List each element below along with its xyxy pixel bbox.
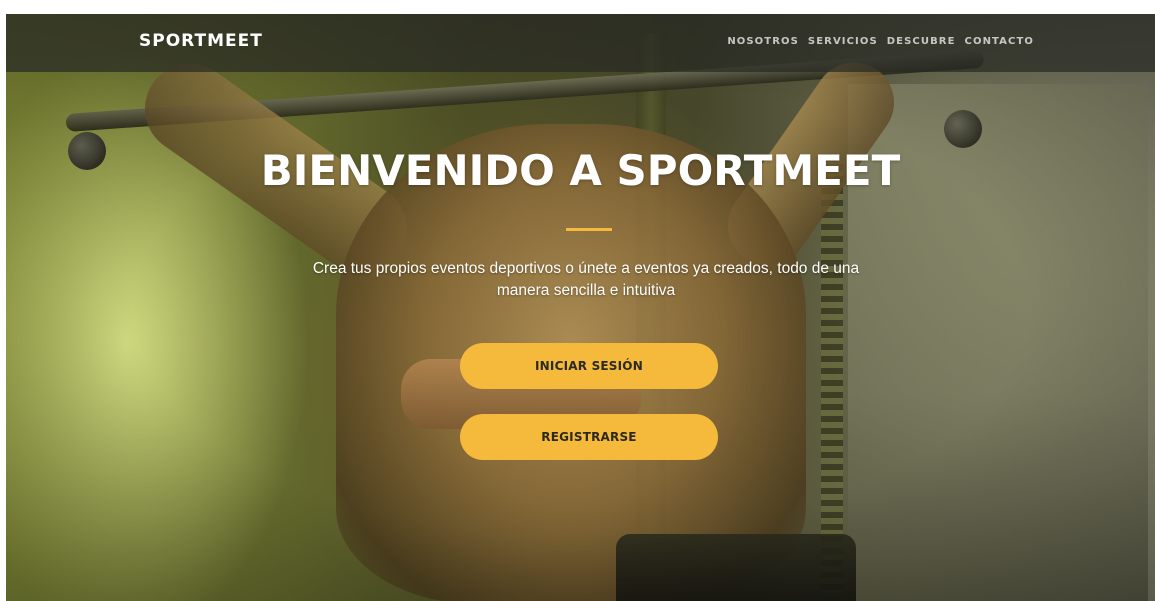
page-frame: SPORTMEET NOSOTROS SERVICIOS DESCUBRE CO… <box>6 14 1155 601</box>
register-button[interactable]: REGISTRARSE <box>460 414 718 460</box>
nav-link-descubre[interactable]: DESCUBRE <box>887 36 956 47</box>
top-navbar: SPORTMEET NOSOTROS SERVICIOS DESCUBRE CO… <box>6 14 1155 72</box>
hero-subtitle-line1: Crea tus propios eventos deportivos o ún… <box>312 260 860 277</box>
hero-background-image <box>6 14 1155 601</box>
nav-links: NOSOTROS SERVICIOS DESCUBRE CONTACTO <box>727 36 1034 47</box>
background-vignette <box>6 14 1155 601</box>
hero-title: BIENVENIDO A SPORTMEET <box>260 146 901 195</box>
hero-subtitle-line2: manera sencilla e intuitiva <box>496 282 676 299</box>
nav-link-servicios[interactable]: SERVICIOS <box>808 36 878 47</box>
nav-link-nosotros[interactable]: NOSOTROS <box>727 36 799 47</box>
title-divider <box>566 228 612 231</box>
nav-link-contacto[interactable]: CONTACTO <box>965 36 1034 47</box>
hero-subtitle: Crea tus propios eventos deportivos o ún… <box>286 258 886 302</box>
login-button[interactable]: INICIAR SESIÓN <box>460 343 718 389</box>
brand-logo-link[interactable]: SPORTMEET <box>139 31 263 51</box>
